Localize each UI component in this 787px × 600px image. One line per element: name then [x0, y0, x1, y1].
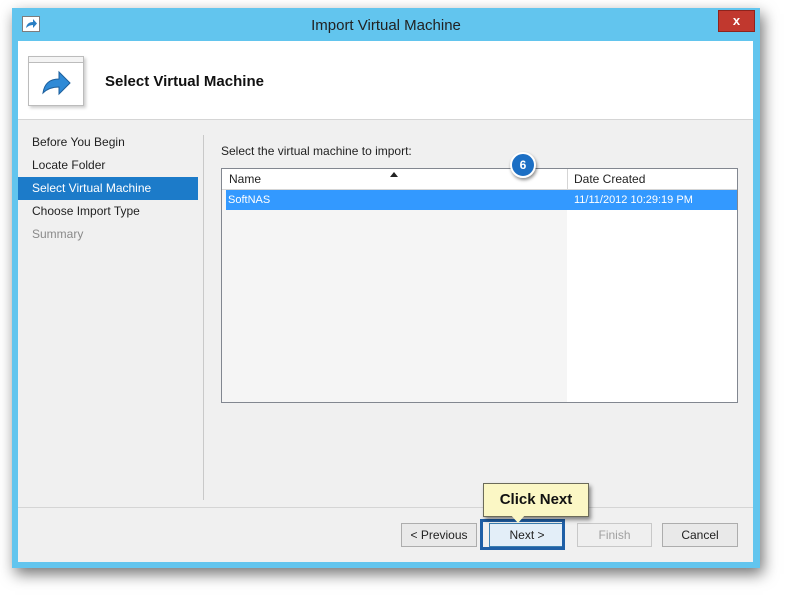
column-separator[interactable]: [567, 169, 568, 189]
title-bar[interactable]: Import Virtual Machine x: [12, 8, 760, 40]
sort-ascending-icon: [390, 172, 398, 177]
table-row[interactable]: SoftNAS 11/11/2012 10:29:19 PM: [226, 190, 737, 210]
name-column-shade: [222, 190, 567, 402]
nav-item-choose-import-type[interactable]: Choose Import Type: [18, 200, 198, 223]
column-header-date-created[interactable]: Date Created: [574, 172, 645, 186]
import-vm-window: Import Virtual Machine x Select Virtual …: [12, 8, 760, 568]
finish-button: Finish: [577, 523, 652, 547]
select-vm-prompt: Select the virtual machine to import:: [221, 144, 412, 158]
nav-divider: [203, 135, 204, 500]
vm-list[interactable]: Name Date Created SoftNAS 11/11/2012 10:…: [221, 168, 738, 403]
nav-item-summary: Summary: [32, 227, 84, 241]
close-button[interactable]: x: [718, 10, 755, 32]
step-number-badge: 6: [510, 152, 536, 178]
footer-divider: [18, 507, 753, 508]
next-button-highlight: [480, 519, 565, 550]
vm-name-cell: SoftNAS: [228, 194, 271, 206]
cancel-button[interactable]: Cancel: [662, 523, 738, 547]
page-title: Select Virtual Machine: [105, 73, 264, 90]
list-header: Name Date Created: [222, 169, 737, 190]
wizard-header: Select Virtual Machine: [18, 41, 753, 120]
window-title: Import Virtual Machine: [311, 17, 461, 34]
callout-pointer: [510, 514, 526, 523]
nav-item-select-virtual-machine[interactable]: Select Virtual Machine: [18, 177, 198, 200]
nav-item-locate-folder[interactable]: Locate Folder: [18, 154, 198, 177]
previous-button[interactable]: < Previous: [401, 523, 477, 547]
wizard-steps-nav: Before You Begin Locate Folder Select Vi…: [18, 131, 198, 246]
vm-date-cell: 11/11/2012 10:29:19 PM: [574, 194, 693, 206]
nav-item-before-you-begin[interactable]: Before You Begin: [18, 131, 198, 154]
click-next-callout: Click Next: [483, 483, 589, 517]
wizard-client-area: Select Virtual Machine Before You Begin …: [18, 41, 753, 562]
import-arrow-icon: [28, 56, 84, 106]
column-header-name[interactable]: Name: [229, 172, 261, 186]
